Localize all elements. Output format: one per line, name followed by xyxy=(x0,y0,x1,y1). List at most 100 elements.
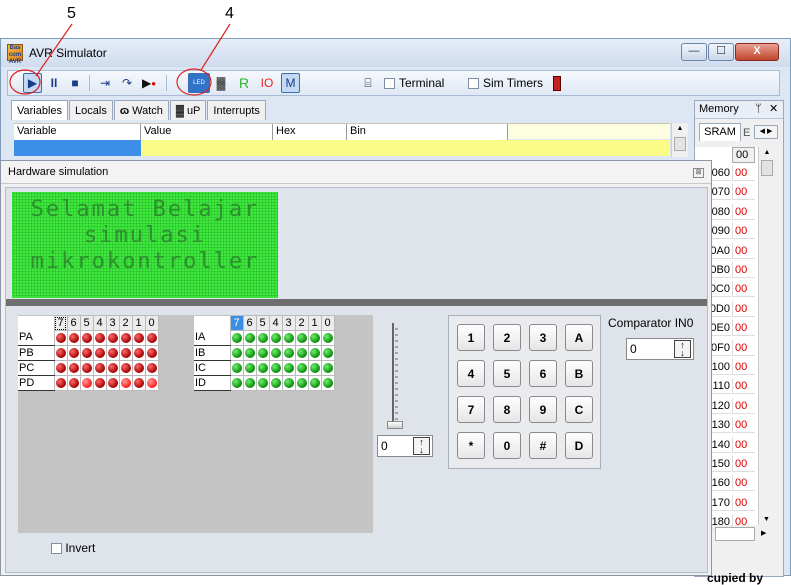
memory-hscroll-thumb[interactable] xyxy=(715,527,755,541)
keypad-key[interactable]: 8 xyxy=(493,396,521,423)
bit-header[interactable]: 4 xyxy=(92,315,107,331)
input-led[interactable] xyxy=(257,377,268,388)
memory-value[interactable]: 00 xyxy=(732,339,755,356)
hardware-simulation-button[interactable]: LED xyxy=(188,73,210,93)
column-bin[interactable]: Bin xyxy=(347,124,508,140)
tab-interrupts[interactable]: Interrupts xyxy=(207,100,266,120)
bit-header[interactable]: 3 xyxy=(281,315,296,331)
tab-sram[interactable]: SRAM xyxy=(699,123,741,141)
input-led[interactable] xyxy=(283,377,294,388)
input-led[interactable] xyxy=(283,347,294,358)
input-led[interactable] xyxy=(231,362,242,373)
bit-header[interactable]: 1 xyxy=(131,315,146,331)
io-button[interactable]: IO xyxy=(257,73,277,93)
terminal-toggle[interactable]: Terminal xyxy=(384,73,464,93)
tab-locals[interactable]: Locals xyxy=(69,100,113,120)
bit-header[interactable]: 6 xyxy=(242,315,257,331)
bit-header[interactable]: 7 xyxy=(53,315,68,331)
tab-variables[interactable]: Variables xyxy=(11,100,69,120)
run-button[interactable]: ▶ xyxy=(23,73,42,93)
input-led[interactable] xyxy=(270,347,281,358)
memory-value[interactable]: 00 xyxy=(732,300,755,317)
keypad-key[interactable]: 1 xyxy=(457,324,485,351)
input-led[interactable] xyxy=(257,332,268,343)
input-led[interactable] xyxy=(309,332,320,343)
memory-value[interactable]: 00 xyxy=(732,456,755,472)
input-led[interactable] xyxy=(309,347,320,358)
bit-header[interactable]: 1 xyxy=(307,315,322,331)
column-hex[interactable]: Hex xyxy=(273,124,347,140)
analog-slider-track[interactable] xyxy=(390,323,398,425)
keypad-key[interactable]: A xyxy=(565,324,593,351)
close-button[interactable]: X xyxy=(735,43,779,61)
pause-button[interactable]: II xyxy=(46,73,62,93)
input-led[interactable] xyxy=(322,362,333,373)
input-led[interactable] xyxy=(270,377,281,388)
input-led[interactable] xyxy=(231,347,242,358)
keypad-key[interactable]: 0 xyxy=(493,432,521,459)
tab-watch[interactable]: ɷ Watch xyxy=(113,100,169,120)
registers-button[interactable]: R xyxy=(237,73,251,93)
keypad-key[interactable]: 4 xyxy=(457,360,485,387)
spinner-arrows-icon[interactable]: ↑ ↓ xyxy=(413,437,430,455)
bit-header[interactable]: 2 xyxy=(118,315,133,331)
keypad-key[interactable]: # xyxy=(529,432,557,459)
input-led[interactable] xyxy=(270,362,281,373)
run-to-cursor-button[interactable]: ▶ ● xyxy=(140,73,158,93)
input-led[interactable] xyxy=(244,347,255,358)
spinner-arrows-icon[interactable]: ↑ ↓ xyxy=(674,340,691,358)
memory-scrollbar[interactable]: ▲ ▼ xyxy=(758,147,775,525)
step-into-button[interactable]: ⇥ xyxy=(96,73,114,93)
memory-value[interactable]: 00 xyxy=(732,320,755,337)
bit-header[interactable]: 6 xyxy=(66,315,81,331)
memory-button[interactable]: M xyxy=(281,73,300,93)
bit-header[interactable]: 2 xyxy=(294,315,309,331)
step-over-button[interactable]: ↷ xyxy=(118,73,136,93)
input-led[interactable] xyxy=(309,362,320,373)
slider-value-spinner[interactable]: 0 ↑ ↓ xyxy=(377,435,433,457)
sim-timers-checkbox[interactable] xyxy=(468,77,479,89)
comparator-value[interactable]: 0 xyxy=(630,342,637,356)
selected-cell[interactable] xyxy=(14,140,141,156)
bit-header[interactable]: 3 xyxy=(105,315,120,331)
bit-header[interactable]: 5 xyxy=(79,315,94,331)
terminal-icon[interactable]: ⌸ xyxy=(358,73,378,93)
memory-value[interactable]: 00 xyxy=(732,223,755,240)
input-led[interactable] xyxy=(322,377,333,388)
scroll-down-icon[interactable]: ▼ xyxy=(759,516,774,523)
input-led[interactable] xyxy=(296,377,307,388)
input-led[interactable] xyxy=(244,332,255,343)
keypad-key[interactable]: D xyxy=(565,432,593,459)
close-icon[interactable]: ⊠ xyxy=(693,168,704,178)
scroll-right-icon[interactable]: ▶ xyxy=(761,529,766,537)
input-led[interactable] xyxy=(283,332,294,343)
invert-toggle[interactable]: Invert xyxy=(51,541,95,555)
input-led[interactable] xyxy=(257,347,268,358)
input-led[interactable] xyxy=(270,332,281,343)
sim-timers-toggle[interactable]: Sim Timers xyxy=(468,73,550,93)
input-led[interactable] xyxy=(309,377,320,388)
keypad-key[interactable]: B xyxy=(565,360,593,387)
memory-value[interactable]: 00 xyxy=(732,262,755,278)
scroll-up-icon[interactable]: ▲ xyxy=(759,147,775,159)
minimize-button[interactable]: — xyxy=(681,43,707,61)
memory-value[interactable]: 00 xyxy=(732,378,755,395)
keypad-key[interactable]: 6 xyxy=(529,360,557,387)
chip-button[interactable]: ▓ xyxy=(213,73,229,93)
invert-checkbox[interactable] xyxy=(51,543,62,555)
keypad-key[interactable]: 9 xyxy=(529,396,557,423)
close-icon[interactable]: ✕ xyxy=(769,101,778,118)
bit-header[interactable]: 5 xyxy=(255,315,270,331)
comparator-spinner[interactable]: 0 ↑ ↓ xyxy=(626,338,694,360)
keypad-key[interactable]: 3 xyxy=(529,324,557,351)
memory-value[interactable]: 00 xyxy=(732,475,755,492)
column-value[interactable]: Value xyxy=(141,124,273,140)
keypad-key[interactable]: * xyxy=(457,432,485,459)
tab-up[interactable]: ▓ uP xyxy=(169,100,207,120)
bit-header[interactable]: 4 xyxy=(268,315,283,331)
memory-value[interactable]: 00 xyxy=(732,417,755,434)
device-icon[interactable] xyxy=(551,73,563,93)
bit-header[interactable]: 0 xyxy=(144,315,159,331)
input-led[interactable] xyxy=(322,332,333,343)
bit-header[interactable]: 7 xyxy=(229,315,244,331)
